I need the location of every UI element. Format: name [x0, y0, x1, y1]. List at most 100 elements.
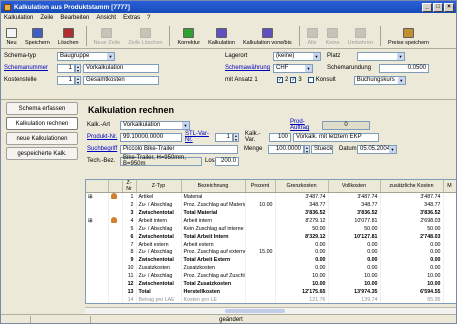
column-header[interactable]: Prozent	[245, 180, 276, 193]
maximize-button[interactable]: □	[433, 2, 443, 12]
produkt-input[interactable]: 99.10000.0000	[120, 132, 182, 142]
stl-input[interactable]: 1	[215, 132, 233, 142]
ansatz-2-checkbox[interactable]: ✓	[290, 77, 297, 83]
cell-expand[interactable]	[86, 295, 109, 303]
cell-expand[interactable]	[86, 208, 109, 217]
toolbar-button-2[interactable]: Löschen	[55, 28, 82, 46]
schemawaehrung-select[interactable]: CHF ▼	[273, 63, 313, 73]
table-row[interactable]: ⊞ 1 Artikel Material 3'487.74 3'487.74 3'487.7…	[86, 192, 456, 201]
cell-expand[interactable]	[86, 264, 109, 273]
cell-zus: 10.00	[380, 280, 444, 288]
table-row[interactable]: 8 Zu- / Abschlag Proz. Zuschlag auf extern…	[86, 248, 456, 257]
menu-item-4[interactable]: Extras	[123, 15, 140, 21]
produkt-label[interactable]: Produkt-Nr.	[87, 134, 120, 140]
cell-expand[interactable]	[86, 248, 109, 257]
table-row[interactable]: 9 Zwischentotal Total Arbeit Extern 0.00 0.0…	[86, 256, 456, 265]
los-input[interactable]: 200.0	[215, 156, 239, 166]
ansatz-1-checkbox[interactable]: ✓	[277, 77, 283, 83]
kostenstelle-input[interactable]: 1	[57, 75, 75, 85]
menge-input[interactable]: 100.0000	[268, 144, 304, 154]
toolbar-button-6[interactable]: Kalkulation	[205, 28, 238, 46]
cell-proz	[245, 272, 276, 281]
column-header[interactable]	[86, 180, 109, 193]
schemawaehrung-label[interactable]: Schemawährung	[225, 65, 273, 71]
buchungskurs-select[interactable]: Buchungskurs ▼	[353, 75, 406, 85]
cell-m	[443, 272, 456, 281]
table-row[interactable]: 13 Total Herstellkosten 12'175.65 13'974.35 6…	[86, 287, 456, 296]
table-row[interactable]: ⊞ 4 Arbeit intern Arbeit intern 8'279.12 10'0…	[86, 216, 456, 225]
toolbar-button-8[interactable]: Alle	[304, 28, 321, 46]
sidebar-item-3[interactable]: gespeicherte Kalk.	[6, 147, 78, 160]
prod-auftrag-input[interactable]: 0	[322, 120, 370, 130]
toolbar-button-3[interactable]: Neue Zeile	[91, 28, 124, 46]
column-header[interactable]: zusätzliche Kosten	[380, 180, 444, 193]
cell-expand[interactable]	[86, 280, 109, 288]
table-row[interactable]: 12 Zwischentotal Total Zusatzkosten 10.00 10…	[86, 280, 456, 288]
stl-spinner[interactable]: ▲ ▼	[233, 132, 239, 142]
toolbar-button-7[interactable]: Kalkulation vorw/bis	[240, 28, 295, 46]
konsult-checkbox[interactable]	[307, 77, 314, 83]
close-button[interactable]: ×	[444, 2, 454, 12]
column-header[interactable]: Bezeichnung	[181, 180, 246, 193]
cell-expand[interactable]	[86, 287, 109, 296]
kalk-art-select[interactable]: Vorkalkulation ▼	[120, 120, 190, 130]
menu-item-5[interactable]: ?	[147, 15, 150, 21]
cell-expand[interactable]	[86, 201, 109, 209]
toolbar-button-10[interactable]: Umkehren	[345, 28, 376, 46]
cell-expand[interactable]	[86, 240, 109, 249]
prod-auftrag-label[interactable]: Prod-Auftrag	[290, 119, 322, 131]
menu-item-1[interactable]: Zeile	[40, 15, 53, 21]
menge-spinner[interactable]: ▲ ▼	[304, 144, 310, 154]
toolbar-button-1[interactable]: Speichern	[22, 28, 53, 46]
stl-label[interactable]: STL-Var-Nr.	[185, 131, 215, 143]
suchbegriff-label[interactable]: Suchbegriff	[87, 146, 120, 152]
minimize-button[interactable]: _	[422, 2, 432, 12]
menu-item-2[interactable]: Bearbeiten	[60, 15, 89, 21]
table-row[interactable]: 6 Zwischentotal Total Arbeit Intern 8'329.1…	[86, 232, 456, 241]
table-row[interactable]: 7 Arbeit extern Arbeit extern 0.00 0.00 0.00	[86, 240, 456, 249]
cell-expand[interactable]	[86, 224, 109, 233]
table-row[interactable]: 11 Zu- / Abschlag Proz. Zuschlag auf Zusch…	[86, 272, 456, 281]
sidebar-item-0[interactable]: Schema erfassen	[6, 102, 78, 115]
platz-select[interactable]: ▼	[357, 51, 405, 61]
schemarundung-input[interactable]: 0.0500	[379, 63, 429, 73]
sidebar-item-2[interactable]: neue Kalkulationen	[6, 132, 78, 145]
column-header[interactable]: Grenzkosten	[275, 180, 329, 193]
column-header[interactable]: M	[443, 180, 456, 193]
cell-expand[interactable]: ⊞	[86, 192, 109, 201]
column-header[interactable]	[108, 180, 123, 193]
schemanummer-spinner[interactable]: ▲ ▼	[75, 63, 81, 73]
suchbegriff-input[interactable]: Piccolo Bike-Trailer	[120, 144, 238, 154]
column-header[interactable]: Vollkosten	[328, 180, 381, 193]
sidebar-item-1[interactable]: Kalkulation rechnen	[6, 117, 78, 130]
cell-grenz: 3'487.74	[275, 192, 329, 201]
toolbar-button-11[interactable]: Preise speichern	[385, 28, 432, 46]
menu-item-3[interactable]: Ansicht	[96, 15, 116, 21]
schemanummer-input[interactable]: 1	[57, 63, 75, 73]
horizontal-scrollbar[interactable]	[85, 307, 456, 314]
menu-item-0[interactable]: Kalkulation	[4, 15, 33, 21]
toolbar-button-9[interactable]: Keine	[323, 28, 343, 46]
cell-expand[interactable]	[86, 272, 109, 281]
column-header[interactable]: Z-Typ	[136, 180, 182, 193]
schema-typ-select[interactable]: Baugruppe ▼	[57, 51, 115, 61]
lagerort-select[interactable]: (keine) ▼	[273, 51, 321, 61]
table-row[interactable]: 14 Betrag pro LAE Kosten pro LE 121.76 139.7…	[86, 295, 456, 303]
column-header[interactable]: Z-Nr	[122, 180, 137, 193]
table-row[interactable]: 3 Zwischentotal Total Material 3'836.52 3'83…	[86, 208, 456, 217]
toolbar-button-0[interactable]: Neu	[3, 28, 20, 46]
table-row[interactable]: 10 Zusatzkosten Zusatzkosten 0.00 0.00 0.00	[86, 264, 456, 273]
toolbar-button-4[interactable]: Zeile Löschen	[125, 28, 165, 46]
table-row[interactable]: 5 Zu- / Abschlag Kein Zuschlag auf interne…	[86, 224, 456, 233]
datum-input[interactable]: 05.05.2004 ▼	[357, 144, 397, 154]
kalk-var-input[interactable]: 100	[269, 132, 291, 142]
scrollbar-thumb[interactable]	[225, 309, 285, 313]
cell-expand[interactable]	[86, 256, 109, 265]
toolbar-button-5[interactable]: Korrektur	[174, 28, 203, 46]
schemanummer-label[interactable]: Schemanummer	[4, 65, 57, 71]
cell-expand[interactable]: ⊞	[86, 216, 109, 225]
table-row[interactable]: 2 Zu- / Abschlag Proz. Zuschlag auf Materi…	[86, 201, 456, 209]
calc-table: Z-Nr Z-Typ Bezeichnung Prozent Grenzkosten Vo…	[85, 179, 456, 304]
cell-expand[interactable]	[86, 232, 109, 241]
kostenstelle-spinner[interactable]: ▲ ▼	[75, 75, 81, 85]
